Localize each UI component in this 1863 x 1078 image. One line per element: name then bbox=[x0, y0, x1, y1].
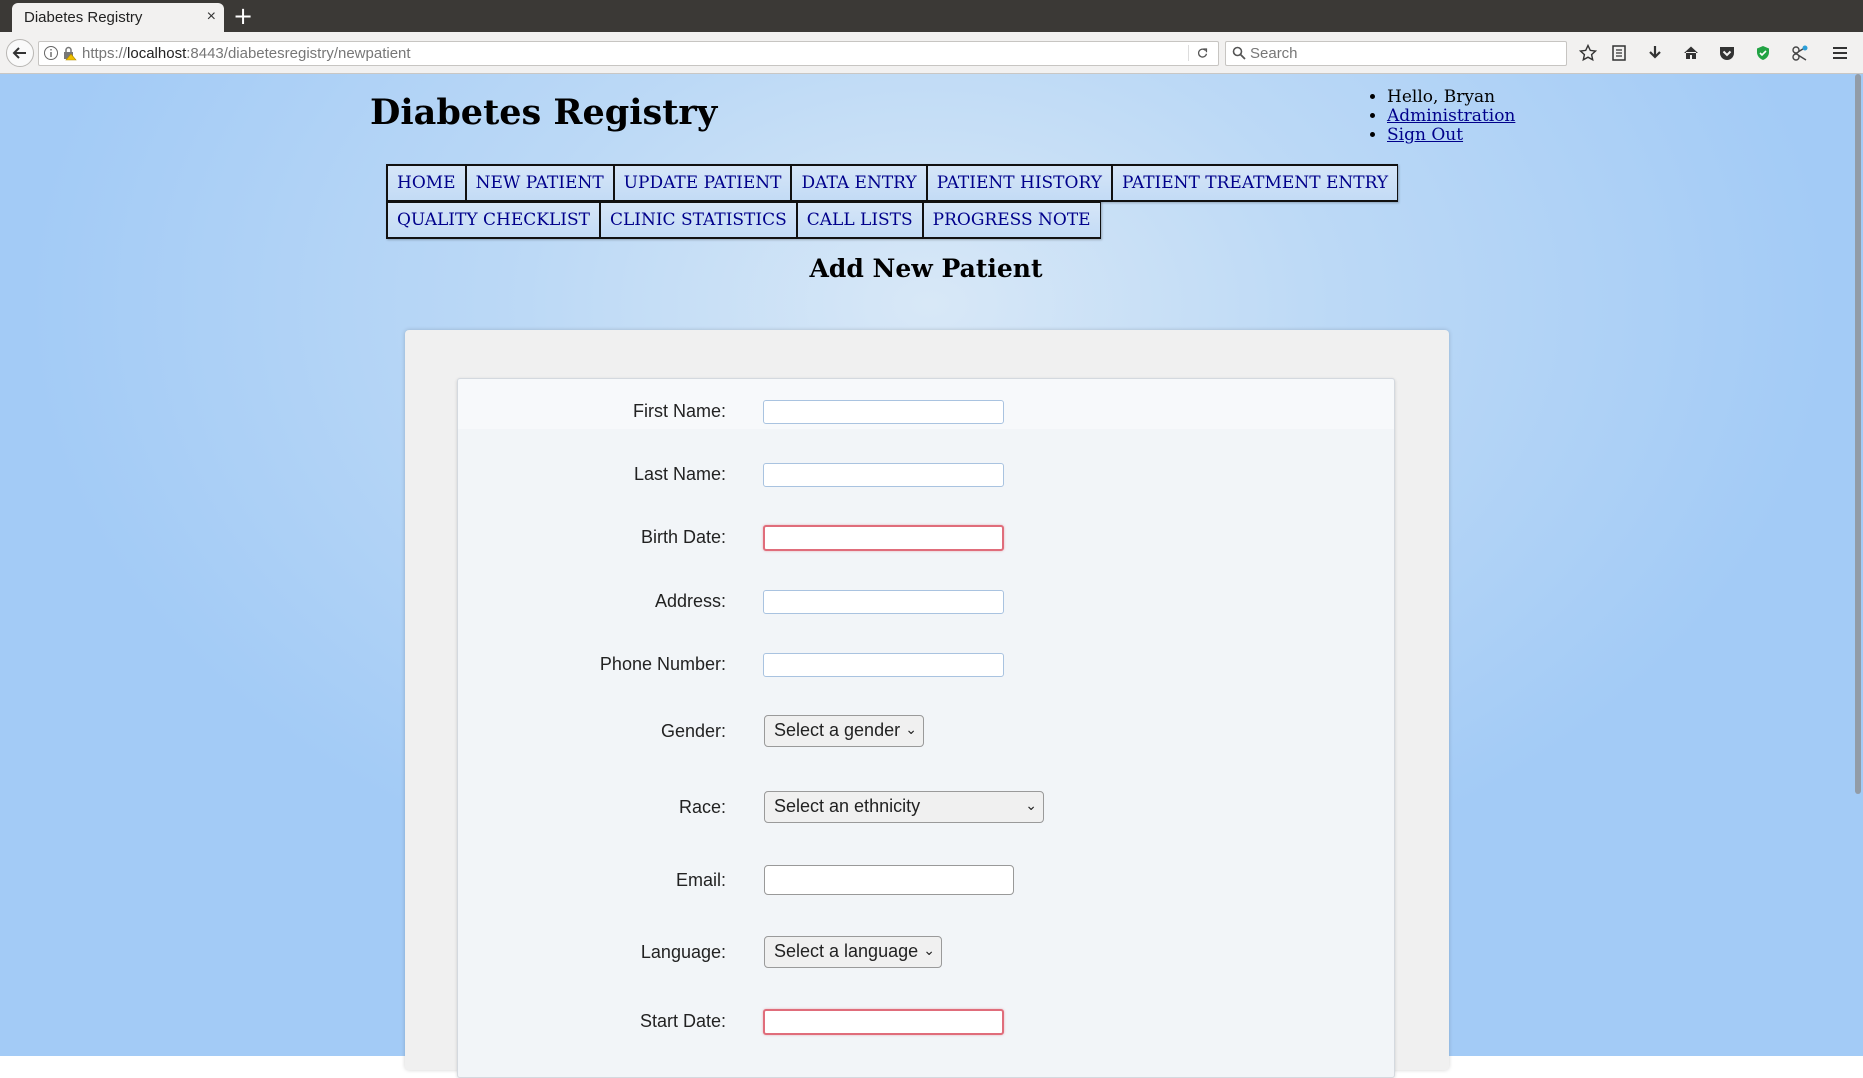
phone-row: Phone Number: bbox=[458, 648, 1394, 688]
menu-quality-checklist[interactable]: QUALITY CHECKLIST bbox=[386, 201, 600, 239]
url-host: localhost bbox=[127, 45, 187, 62]
menu-new-patient[interactable]: NEW PATIENT bbox=[465, 164, 614, 202]
browser-tab-bar: Diabetes Registry × + bbox=[0, 0, 1863, 32]
address-input[interactable] bbox=[763, 590, 1004, 614]
user-menu: Hello, Bryan Administration Sign Out bbox=[1368, 88, 1515, 145]
search-icon bbox=[1232, 46, 1246, 60]
browser-toolbar: https://localhost:8443/diabetesregistry/… bbox=[0, 32, 1863, 74]
menu-home[interactable]: HOME bbox=[386, 164, 466, 202]
reload-icon[interactable] bbox=[1188, 45, 1212, 61]
menu-call-lists[interactable]: CALL LISTS bbox=[796, 201, 923, 239]
first-name-label: First Name: bbox=[632, 401, 726, 421]
new-tab-button[interactable]: + bbox=[233, 2, 253, 30]
sign-out-link[interactable]: Sign Out bbox=[1387, 125, 1463, 145]
chevron-down-icon: ⌄ bbox=[1025, 797, 1037, 813]
menu-patient-history[interactable]: PATIENT HISTORY bbox=[926, 164, 1112, 202]
last-name-row: Last Name: bbox=[458, 458, 1394, 498]
phone-label: Phone Number: bbox=[599, 654, 726, 674]
back-button[interactable] bbox=[6, 39, 34, 67]
first-name-row: First Name: bbox=[458, 395, 1394, 435]
language-select[interactable]: Select a language ⌄ bbox=[764, 936, 942, 968]
gender-label: Gender: bbox=[660, 721, 726, 741]
menu-update-patient[interactable]: UPDATE PATIENT bbox=[613, 164, 792, 202]
shield-icon[interactable] bbox=[1753, 43, 1773, 63]
phone-input[interactable] bbox=[763, 653, 1004, 677]
language-label: Language: bbox=[640, 942, 726, 962]
race-select[interactable]: Select an ethnicity ⌄ bbox=[764, 791, 1044, 823]
birth-date-row: Birth Date: bbox=[458, 521, 1394, 561]
start-date-row: Start Date: bbox=[458, 1005, 1394, 1045]
hamburger-menu-icon[interactable] bbox=[1830, 43, 1850, 63]
last-name-label: Last Name: bbox=[633, 464, 726, 484]
pocket-icon[interactable] bbox=[1717, 43, 1737, 63]
menu-row-2: QUALITY CHECKLIST CLINIC STATISTICS CALL… bbox=[386, 201, 1101, 239]
bookmark-star-icon[interactable] bbox=[1578, 43, 1598, 63]
form-container: First Name: Last Name: Birth Date: Addre… bbox=[405, 330, 1449, 1078]
browser-tab[interactable]: Diabetes Registry × bbox=[12, 3, 224, 32]
race-row: Race: Select an ethnicity ⌄ bbox=[458, 791, 1394, 831]
birth-date-input[interactable] bbox=[763, 525, 1004, 551]
last-name-input[interactable] bbox=[763, 463, 1004, 487]
menu-row-1: HOME NEW PATIENT UPDATE PATIENT DATA ENT… bbox=[386, 164, 1399, 202]
info-icon[interactable] bbox=[43, 45, 59, 61]
language-row: Language: Select a language ⌄ bbox=[458, 936, 1394, 976]
start-date-input[interactable] bbox=[763, 1009, 1004, 1035]
home-icon[interactable] bbox=[1681, 43, 1701, 63]
page-viewport: Diabetes Registry Hello, Bryan Administr… bbox=[0, 74, 1863, 1078]
sign-out-item: Sign Out bbox=[1387, 126, 1515, 145]
site-title: Diabetes Registry bbox=[370, 92, 718, 133]
chevron-down-icon: ⌄ bbox=[905, 721, 917, 737]
address-label: Address: bbox=[654, 591, 726, 611]
url-bar[interactable]: https://localhost:8443/diabetesregistry/… bbox=[38, 41, 1219, 66]
user-greeting: Hello, Bryan bbox=[1387, 88, 1515, 107]
scrollbar-thumb[interactable] bbox=[1855, 74, 1861, 794]
menu-clinic-statistics[interactable]: CLINIC STATISTICS bbox=[599, 201, 797, 239]
race-select-value: Select an ethnicity bbox=[774, 796, 921, 816]
gender-row: Gender: Select a gender ⌄ bbox=[458, 715, 1394, 755]
extension-icon[interactable] bbox=[1789, 43, 1809, 63]
url-path: :8443/diabetesregistry/newpatient bbox=[186, 45, 411, 62]
start-date-label: Start Date: bbox=[639, 1011, 726, 1031]
birth-date-label: Birth Date: bbox=[640, 527, 726, 547]
url-text[interactable]: https://localhost:8443/diabetesregistry/… bbox=[82, 45, 411, 62]
language-select-value: Select a language bbox=[774, 941, 919, 961]
tab-title: Diabetes Registry bbox=[24, 9, 143, 26]
email-label: Email: bbox=[675, 870, 726, 890]
chevron-down-icon: ⌄ bbox=[923, 942, 935, 958]
url-scheme: https:// bbox=[82, 45, 128, 62]
email-row: Email: bbox=[458, 864, 1394, 904]
search-placeholder: Search bbox=[1250, 45, 1298, 62]
address-row: Address: bbox=[458, 585, 1394, 625]
race-label: Race: bbox=[678, 797, 726, 817]
first-name-input[interactable] bbox=[763, 400, 1004, 424]
gender-select-value: Select a gender bbox=[774, 720, 901, 740]
menu-data-entry[interactable]: DATA ENTRY bbox=[791, 164, 927, 202]
new-patient-form: First Name: Last Name: Birth Date: Addre… bbox=[457, 378, 1395, 1078]
tab-close-icon[interactable]: × bbox=[207, 8, 216, 26]
page-heading: Add New Patient bbox=[809, 254, 1043, 283]
gender-select[interactable]: Select a gender ⌄ bbox=[764, 715, 924, 747]
search-bar[interactable]: Search bbox=[1225, 41, 1567, 66]
page-scrollbar[interactable] bbox=[1853, 74, 1863, 1056]
email-input[interactable] bbox=[764, 865, 1014, 895]
menu-patient-treatment-entry[interactable]: PATIENT TREATMENT ENTRY bbox=[1111, 164, 1399, 202]
administration-link[interactable]: Administration bbox=[1387, 106, 1515, 126]
administration-item: Administration bbox=[1387, 107, 1515, 126]
reading-list-icon[interactable] bbox=[1609, 43, 1629, 63]
back-arrow-icon bbox=[12, 47, 26, 59]
insecure-lock-icon[interactable] bbox=[61, 45, 77, 61]
menu-progress-note[interactable]: PROGRESS NOTE bbox=[922, 201, 1101, 239]
download-icon[interactable] bbox=[1645, 43, 1665, 63]
